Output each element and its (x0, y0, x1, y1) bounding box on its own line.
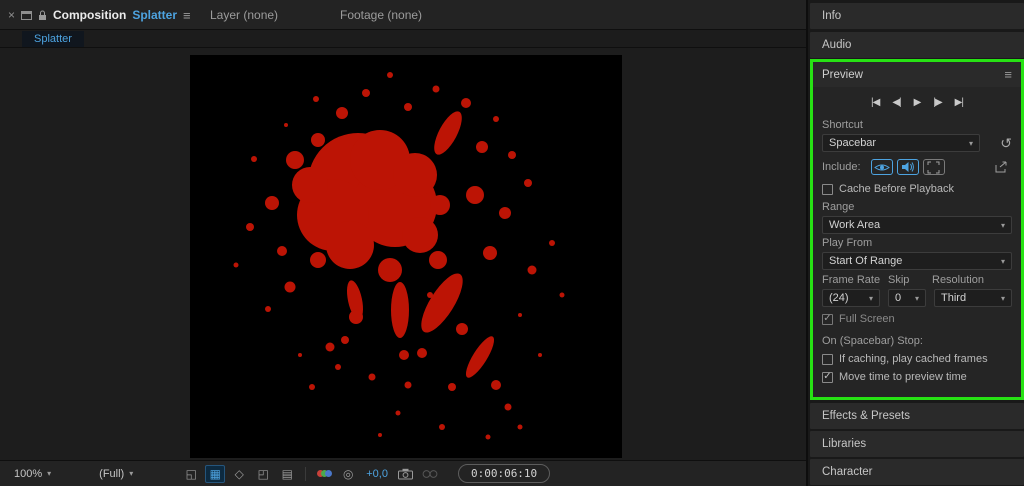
speaker-icon (901, 161, 915, 173)
comp-region-icon[interactable]: ◱ (181, 465, 201, 483)
grid-guides-icon[interactable]: ▤ (277, 465, 297, 483)
close-icon[interactable]: × (8, 8, 15, 22)
previous-frame-button[interactable]: ◀| (892, 97, 900, 108)
exposure-offset-value[interactable]: +0,0 (366, 468, 388, 480)
preview-panel: Preview ≡ |◀ ◀| ▶ |▶ ▶| Shortcut Spaceba… (810, 59, 1024, 400)
splatter-image (190, 55, 622, 458)
full-screen-checkbox[interactable]: ✓ (822, 314, 833, 325)
panel-menu-icon[interactable]: ≡ (1004, 67, 1012, 82)
last-frame-button[interactable]: ▶| (955, 97, 963, 108)
preview-resolution-dropdown[interactable]: Third ▾ (934, 289, 1012, 307)
composition-canvas[interactable] (190, 55, 622, 458)
resolution-label: Resolution (932, 274, 1012, 286)
viewer-toolbar: 100% ▾ (Full) ▾ ◱ ▦ ◇ ◰ ▤ ◎ +0,0 0:00:06… (0, 460, 806, 486)
on-stop-label: On (Spacebar) Stop: (822, 335, 1012, 347)
tab-footage[interactable]: Footage (none) (340, 0, 422, 30)
chevron-down-icon: ▾ (47, 469, 51, 478)
composition-name: Splatter (132, 8, 177, 22)
preview-panel-body: |◀ ◀| ▶ |▶ ▶| Shortcut Spacebar ▾ ↺ Incl… (813, 87, 1021, 397)
play-button[interactable]: ▶ (914, 97, 921, 108)
reset-settings-icon[interactable]: ↺ (1000, 135, 1012, 152)
first-frame-button[interactable]: |◀ (871, 97, 879, 108)
play-from-label: Play From (822, 237, 1012, 249)
tab-composition[interactable]: × Composition Splatter ≡ (8, 0, 191, 30)
range-dropdown[interactable]: Work Area ▾ (822, 216, 1012, 234)
chevron-down-icon: ▾ (1001, 294, 1005, 303)
skip-label: Skip (888, 274, 932, 286)
share-frame-icon (994, 161, 1008, 173)
comp-navigator-chip[interactable]: Splatter (22, 31, 84, 47)
frame-rate-dropdown[interactable]: (24) ▾ (822, 289, 880, 307)
chevron-down-icon: ▾ (969, 139, 973, 148)
shortcut-value: Spacebar (829, 137, 876, 149)
transport-controls: |◀ ◀| ▶ |▶ ▶| (822, 97, 1012, 108)
resolution-value: (Full) (99, 468, 124, 480)
magnification-dropdown[interactable]: 100% ▾ (8, 466, 57, 482)
move-time-label: Move time to preview time (839, 371, 967, 383)
timecode-field[interactable]: 0:00:06:10 (458, 464, 550, 483)
chevron-down-icon: ▾ (1001, 221, 1005, 230)
frame-rate-value: (24) (829, 292, 849, 304)
composition-tab-label: Composition (53, 8, 126, 22)
panel-menu-icon[interactable]: ≡ (183, 8, 191, 23)
include-audio-button[interactable] (897, 159, 919, 175)
skip-dropdown[interactable]: 0 ▾ (888, 289, 926, 307)
cache-before-playback-checkbox[interactable] (822, 184, 833, 195)
cache-before-playback-label: Cache Before Playback (839, 183, 954, 195)
include-video-button[interactable] (871, 159, 893, 175)
skip-value: 0 (895, 292, 901, 304)
preview-panel-title: Preview (822, 69, 863, 81)
include-overlays-button[interactable] (923, 159, 945, 175)
panel-header-audio[interactable]: Audio (810, 32, 1024, 58)
if-caching-checkbox[interactable] (822, 354, 833, 365)
panel-sidebar: Info Audio Preview ≡ |◀ ◀| ▶ |▶ ▶| Short… (806, 0, 1024, 486)
include-label: Include: (822, 161, 861, 173)
panel-dock-icon (21, 11, 32, 20)
shortcut-dropdown[interactable]: Spacebar ▾ (822, 134, 980, 152)
cache-indicators-button[interactable] (990, 159, 1012, 175)
range-value: Work Area (829, 219, 880, 231)
mask-visibility-icon[interactable]: ◇ (229, 465, 249, 483)
after-effects-window: × Composition Splatter ≡ Layer (none) Fo… (0, 0, 1024, 486)
move-time-checkbox[interactable]: ✓ (822, 372, 833, 383)
transparency-grid-icon[interactable]: ▦ (205, 465, 225, 483)
lock-icon (38, 10, 47, 21)
tab-layer[interactable]: Layer (none) (210, 0, 278, 30)
panel-header-character[interactable]: Character (810, 459, 1024, 485)
show-channels-icon[interactable] (314, 470, 334, 477)
eye-icon (874, 162, 890, 173)
chevron-down-icon: ▾ (1001, 257, 1005, 266)
panel-header-info[interactable]: Info (810, 3, 1024, 29)
chevron-down-icon: ▾ (869, 294, 873, 303)
resolution-dropdown[interactable]: (Full) ▾ (93, 466, 139, 482)
shortcut-label: Shortcut (822, 119, 1012, 131)
panel-header-effects-presets[interactable]: Effects & Presets (810, 403, 1024, 429)
composition-viewer[interactable] (0, 48, 806, 460)
chevron-down-icon: ▾ (129, 469, 133, 478)
show-snapshot-icon[interactable] (420, 465, 440, 483)
play-from-dropdown[interactable]: Start Of Range ▾ (822, 252, 1012, 270)
next-frame-button[interactable]: |▶ (933, 97, 941, 108)
magnification-value: 100% (14, 468, 42, 480)
snapshot-camera-icon[interactable] (396, 465, 416, 483)
full-screen-label: Full Screen (839, 313, 895, 325)
if-caching-label: If caching, play cached frames (839, 353, 988, 365)
region-of-interest-icon (927, 161, 940, 174)
viewer-tab-bar: × Composition Splatter ≡ Layer (none) Fo… (0, 0, 806, 30)
chevron-down-icon: ▾ (915, 294, 919, 303)
region-of-interest-icon[interactable]: ◰ (253, 465, 273, 483)
play-from-value: Start Of Range (829, 255, 902, 267)
frame-rate-label: Frame Rate (822, 274, 888, 286)
comp-navigator-row: Splatter (0, 30, 806, 48)
range-label: Range (822, 201, 1012, 213)
reset-exposure-icon[interactable]: ◎ (338, 465, 358, 483)
preview-panel-header[interactable]: Preview ≡ (813, 62, 1021, 87)
panel-header-libraries[interactable]: Libraries (810, 431, 1024, 457)
preview-resolution-value: Third (941, 292, 966, 304)
